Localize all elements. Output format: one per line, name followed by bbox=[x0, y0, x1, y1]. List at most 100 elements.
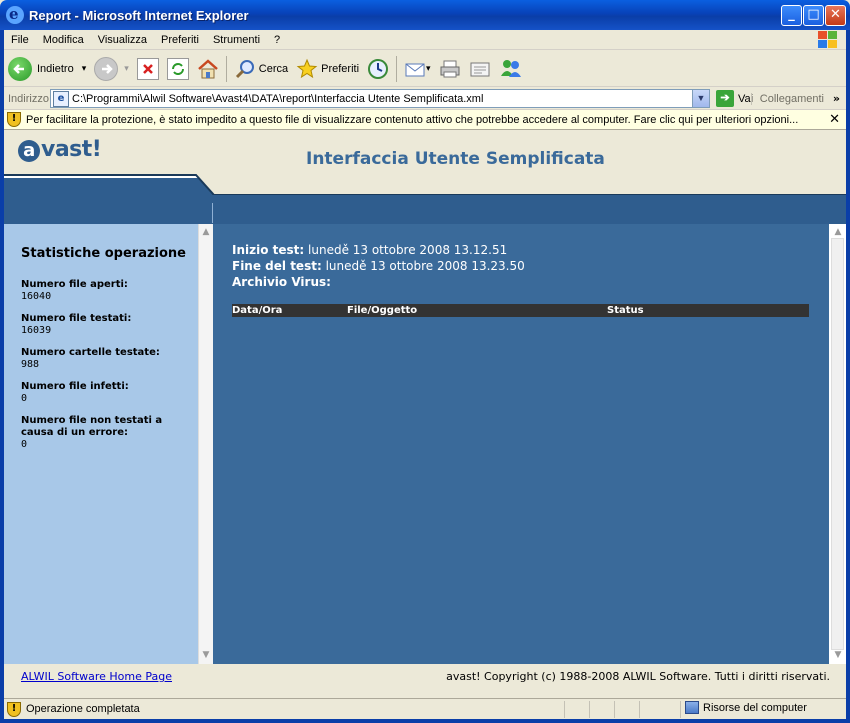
sidebar-title: Statistiche operazione bbox=[21, 246, 186, 261]
status-bar: ! Operazione completata Risorse del comp… bbox=[4, 698, 846, 719]
sidebar-scrollbar[interactable]: ▲ ▼ bbox=[198, 224, 213, 664]
back-label: Indietro bbox=[37, 62, 74, 75]
ie-logo-icon: e bbox=[6, 5, 24, 24]
main-scrollbar[interactable]: ▲ ▼ bbox=[829, 224, 846, 664]
information-bar[interactable]: ! Per facilitare la protezione, è stato … bbox=[4, 110, 846, 130]
menu-visualizza[interactable]: Visualizza bbox=[91, 34, 154, 46]
status-divider bbox=[614, 701, 615, 718]
sidebar: Statistiche operazione Numero file apert… bbox=[4, 224, 198, 664]
search-button[interactable]: Cerca bbox=[230, 54, 292, 84]
copyright-text: avast! Copyright (c) 1988-2008 ALWIL Sof… bbox=[446, 670, 830, 683]
status-shield-icon: ! bbox=[7, 701, 21, 717]
maximize-button[interactable]: □ bbox=[803, 5, 824, 26]
home-button[interactable] bbox=[193, 54, 223, 84]
mail-button[interactable]: ▾ bbox=[400, 54, 435, 84]
search-label: Cerca bbox=[258, 62, 289, 75]
forward-arrow-icon bbox=[94, 56, 119, 81]
go-arrow-icon: ➔ bbox=[716, 90, 734, 107]
back-arrow-icon bbox=[8, 56, 32, 81]
page-icon: e bbox=[53, 90, 69, 107]
menu-strumenti[interactable]: Strumenti bbox=[206, 34, 267, 46]
title-bar[interactable]: e Report - Microsoft Internet Explorer _… bbox=[0, 0, 850, 30]
page-title: Interfaccia Utente Semplificata bbox=[306, 149, 605, 169]
messenger-icon bbox=[499, 58, 521, 80]
address-input[interactable]: e C:\Programmi\Alwil Software\Avast4\DAT… bbox=[50, 89, 710, 108]
back-button[interactable]: Indietro ▾ bbox=[4, 54, 90, 84]
menu-file[interactable]: File bbox=[4, 34, 36, 46]
test-start: Inizio test: lunedě 13 ottobre 2008 13.1… bbox=[232, 243, 508, 257]
refresh-button[interactable] bbox=[163, 54, 193, 84]
minimize-button[interactable]: _ bbox=[781, 5, 802, 26]
favorites-button[interactable]: Preferiti bbox=[292, 54, 363, 84]
address-dropdown-icon[interactable]: ▼ bbox=[692, 90, 709, 107]
edit-button[interactable] bbox=[465, 54, 495, 84]
information-bar-text: Per facilitare la protezione, è stato im… bbox=[26, 113, 799, 126]
go-button[interactable]: ➔ Vai bbox=[716, 90, 753, 107]
stat-folders-tested: Numero cartelle testate: 988 bbox=[21, 347, 160, 370]
toolbar: Indietro ▾ ▾ Cerca Preferiti ▾ bbox=[4, 51, 846, 87]
menu-preferiti[interactable]: Preferiti bbox=[154, 34, 206, 46]
security-zone: Risorse del computer bbox=[685, 701, 807, 714]
status-divider bbox=[589, 701, 590, 718]
scroll-down-icon[interactable]: ▼ bbox=[832, 649, 844, 661]
edit-document-icon bbox=[469, 58, 491, 80]
stop-icon bbox=[136, 57, 159, 80]
print-button[interactable] bbox=[435, 54, 465, 84]
messenger-button[interactable] bbox=[495, 54, 525, 84]
history-button[interactable] bbox=[363, 54, 393, 84]
status-divider bbox=[639, 701, 640, 718]
toolbar-separator bbox=[225, 55, 227, 82]
links-chevron-icon[interactable]: » bbox=[833, 92, 840, 105]
zone-label: Risorse del computer bbox=[703, 701, 807, 714]
stat-files-opened: Numero file aperti: 16040 bbox=[21, 279, 128, 302]
report-panel: Inizio test: lunedě 13 ottobre 2008 13.1… bbox=[213, 224, 829, 664]
mail-dropdown-icon[interactable]: ▾ bbox=[426, 63, 431, 74]
column-status: Status bbox=[607, 305, 644, 316]
history-icon bbox=[367, 58, 389, 80]
scroll-down-icon[interactable]: ▼ bbox=[200, 649, 212, 661]
menu-modifica[interactable]: Modifica bbox=[36, 34, 91, 46]
address-label: Indirizzo bbox=[8, 92, 49, 105]
back-dropdown-icon[interactable]: ▾ bbox=[82, 63, 87, 74]
toolbar-separator bbox=[396, 55, 398, 82]
favorites-label: Preferiti bbox=[321, 62, 360, 75]
scroll-up-icon[interactable]: ▲ bbox=[200, 226, 212, 238]
page-content: a vast! Interfaccia Utente Semplificata S… bbox=[4, 131, 846, 696]
forward-button[interactable]: ▾ bbox=[90, 54, 133, 84]
star-icon bbox=[296, 58, 318, 80]
forward-dropdown-icon[interactable]: ▾ bbox=[124, 63, 129, 74]
results-table-header: Data/Ora File/Oggetto Status bbox=[232, 304, 809, 317]
column-file-object: File/Oggetto bbox=[347, 305, 418, 316]
status-divider bbox=[680, 701, 681, 718]
home-page-link[interactable]: ALWIL Software Home Page bbox=[21, 670, 172, 683]
address-url: C:\Programmi\Alwil Software\Avast4\DATA\… bbox=[72, 92, 484, 105]
computer-icon bbox=[685, 701, 699, 714]
virus-archive: Archivio Virus: bbox=[232, 275, 331, 289]
menu-bar: File Modifica Visualizza Preferiti Strum… bbox=[4, 30, 846, 50]
window-title: Report - Microsoft Internet Explorer bbox=[29, 7, 249, 23]
page-footer: ALWIL Software Home Page avast! Copyrigh… bbox=[4, 664, 846, 696]
refresh-icon bbox=[166, 57, 189, 80]
test-end: Fine del test: lunedě 13 ottobre 2008 13… bbox=[232, 259, 525, 273]
stop-button[interactable] bbox=[133, 54, 163, 84]
status-divider bbox=[564, 701, 565, 718]
search-icon bbox=[234, 58, 256, 80]
band-divider bbox=[212, 203, 213, 223]
home-icon bbox=[197, 58, 219, 80]
mail-icon bbox=[404, 58, 426, 80]
stat-files-not-tested: Numero file non testati a causa di un er… bbox=[21, 415, 163, 450]
windows-logo-icon bbox=[816, 30, 838, 49]
menu-help[interactable]: ? bbox=[267, 34, 287, 46]
shield-icon: ! bbox=[7, 112, 21, 127]
scroll-up-icon[interactable]: ▲ bbox=[832, 226, 844, 238]
printer-icon bbox=[439, 58, 461, 80]
window-frame-right bbox=[846, 30, 850, 723]
close-button[interactable]: ✕ bbox=[825, 5, 846, 26]
avast-logo: a vast! bbox=[18, 137, 102, 162]
address-bar: Indirizzo e C:\Programmi\Alwil Software\… bbox=[4, 88, 846, 110]
stat-files-tested: Numero file testati: 16039 bbox=[21, 313, 132, 336]
information-bar-close-icon[interactable]: ✕ bbox=[829, 112, 840, 127]
scroll-track[interactable] bbox=[831, 238, 844, 650]
stat-files-infected: Numero file infetti: 0 bbox=[21, 381, 129, 404]
links-button[interactable]: Collegamenti bbox=[750, 92, 824, 105]
